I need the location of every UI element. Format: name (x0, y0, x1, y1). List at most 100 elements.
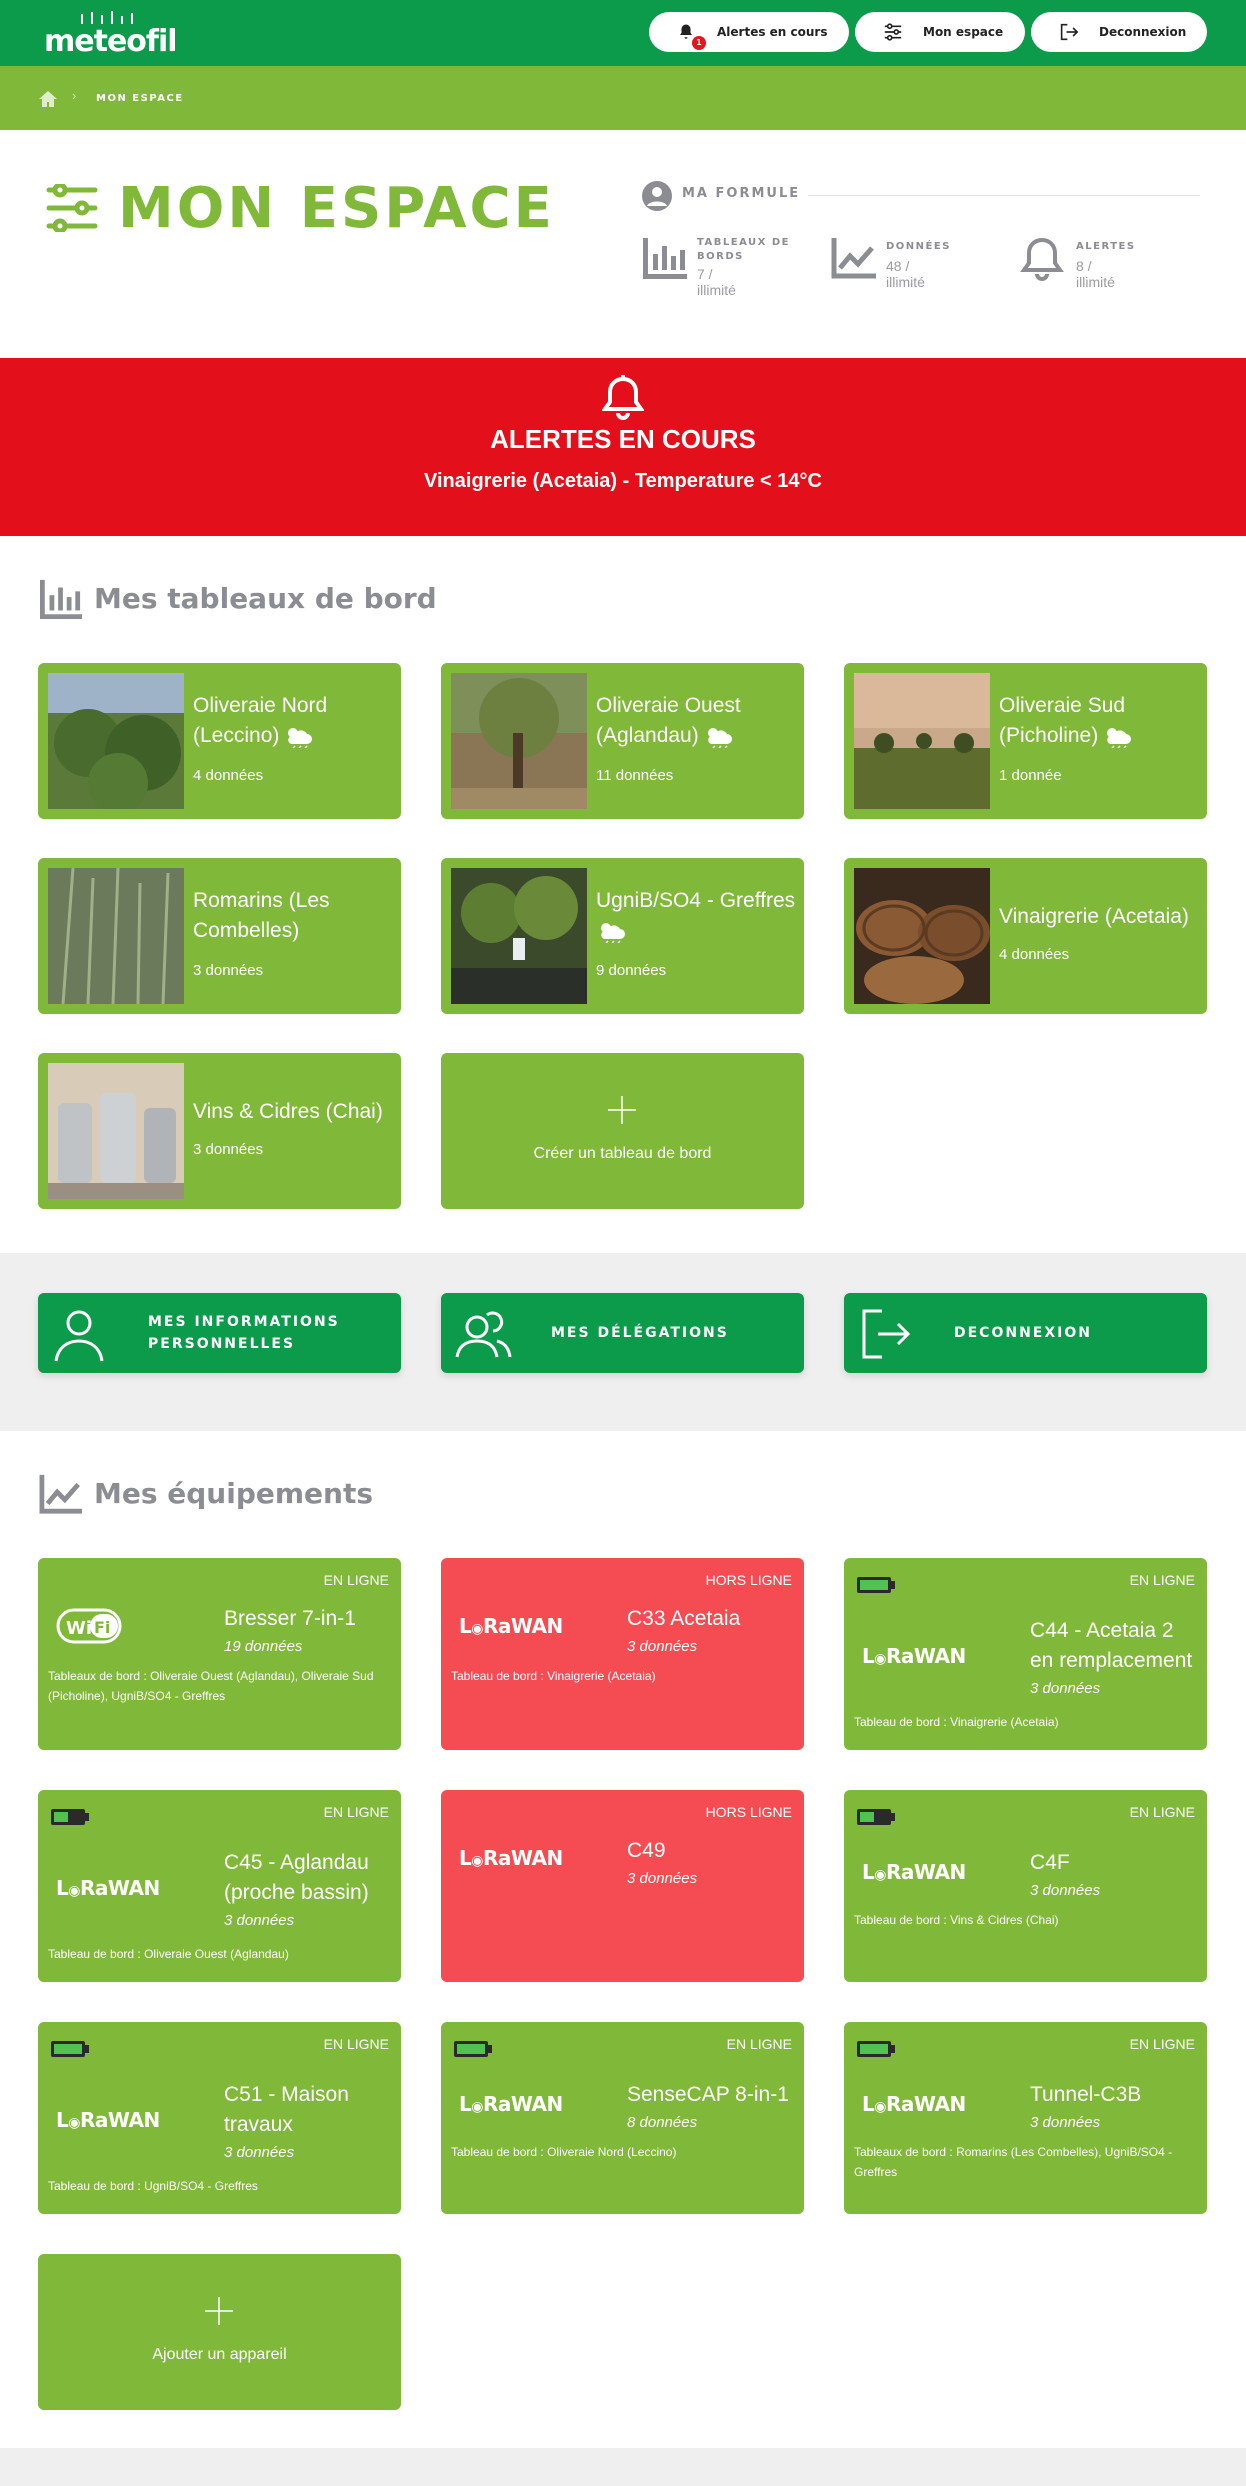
device-name: C33 Acetaia (627, 1607, 741, 1630)
device-card[interactable]: EN LIGNE L◉RaWAN SenseCAP 8-in-1 8 donné… (441, 2022, 804, 2214)
device-data-count: 3 données (224, 1912, 295, 1929)
bell-icon (1020, 237, 1064, 281)
device-status: HORS LIGNE (705, 1804, 792, 1820)
delegations-button[interactable]: MES DÉLÉGATIONS (441, 1293, 804, 1373)
dashboard-count: 1 donnée (999, 767, 1062, 784)
logo[interactable]: meteofil (44, 10, 178, 59)
lorawan-logo-icon: L◉RaWAN (459, 1614, 563, 1638)
device-data-count: 3 données (1030, 1882, 1101, 1899)
device-status: EN LIGNE (323, 1804, 389, 1820)
top-bar: meteofil 1 Alertes en cours Mon espace D… (0, 0, 1246, 66)
dashboard-card[interactable]: UgniB/SO4 - Greffres 9 données (441, 858, 804, 1014)
line-chart-icon (39, 1474, 82, 1514)
dashboard-card[interactable]: Oliveraie Sud (Picholine) 1 donnée (844, 663, 1207, 819)
account-links: MES INFORMATIONS PERSONNELLES MES DÉLÉGA… (0, 1253, 1246, 1431)
lorawan-logo-icon: L◉RaWAN (862, 2092, 966, 2116)
dashboard-count: 9 données (596, 962, 667, 979)
logout-icon (1060, 23, 1079, 41)
device-card[interactable]: HORS LIGNE L◉RaWAN C33 Acetaia 3 données… (441, 1558, 804, 1750)
weather-cloud-sun-icon (1107, 728, 1132, 749)
lorawan-logo-icon: L◉RaWAN (56, 1876, 160, 1900)
lorawan-logo-icon: L◉RaWAN (459, 1846, 563, 1870)
weather-cloud-sun-icon (288, 728, 313, 749)
bell-icon (602, 375, 644, 420)
account-logout-button[interactable]: DECONNEXION (844, 1293, 1207, 1373)
device-dashboards: Tableau de bord : UgniB/SO4 - Greffres (48, 2179, 258, 2193)
dashboard-thumbnail (48, 673, 184, 809)
lorawan-logo-icon: L◉RaWAN (459, 2092, 563, 2116)
dashboard-name: Vins & Cidres (Chai) (193, 1100, 383, 1123)
personal-info-button[interactable]: MES INFORMATIONS PERSONNELLES (38, 1293, 401, 1373)
page-title: MON ESPACE (118, 176, 555, 241)
dashboard-card[interactable]: Vins & Cidres (Chai) 3 données (38, 1053, 401, 1209)
dashboard-count: 4 données (193, 767, 264, 784)
battery-icon (51, 2041, 89, 2057)
divider (808, 195, 1200, 196)
stat-label: ALERTES (1076, 241, 1136, 252)
plus-icon (205, 2297, 233, 2325)
sliders-icon (46, 184, 98, 232)
dashboard-name: Oliveraie Sud (Picholine) (999, 691, 1199, 751)
dashboard-card[interactable]: Romarins (Les Combelles) 3 données (38, 858, 401, 1014)
logo-text: meteofil (44, 24, 178, 59)
dashboard-count: 3 données (193, 1141, 264, 1158)
breadcrumb: › MON ESPACE (0, 66, 1246, 130)
dashboard-count: 4 données (999, 946, 1070, 963)
bar-chart-icon (643, 238, 687, 279)
home-icon[interactable] (38, 90, 58, 108)
device-data-count: 3 données (627, 1638, 698, 1655)
device-status: EN LIGNE (1129, 1572, 1195, 1588)
device-card[interactable]: EN LIGNE L◉RaWAN C44 - Acetaia 2 en remp… (844, 1558, 1207, 1750)
dashboard-name: Oliveraie Nord (Leccino) (193, 694, 328, 749)
device-name: SenseCAP 8-in-1 (627, 2083, 789, 2106)
alerts-button[interactable]: 1 Alertes en cours (649, 12, 849, 52)
device-dashboards: Tableau de bord : Vins & Cidres (Chai) (854, 1913, 1059, 1927)
device-data-count: 8 données (627, 2114, 698, 2131)
breadcrumb-separator: › (72, 88, 77, 103)
create-dashboard-label: Créer un tableau de bord (533, 1145, 712, 1162)
logout-icon (862, 1309, 911, 1359)
svg-text:Fi: Fi (94, 1618, 110, 1637)
dashboards-section-title: Mes tableaux de bord (94, 582, 437, 615)
stat-value: 7 / illimité (697, 266, 736, 298)
dashboard-name: Oliveraie Ouest (Aglandau) (596, 694, 741, 749)
dashboard-card[interactable]: Vinaigrerie (Acetaia) 4 données (844, 858, 1207, 1014)
device-card[interactable]: EN LIGNE L◉RaWAN Tunnel-C3B 3 données Ta… (844, 2022, 1207, 2214)
device-dashboards: Tableau de bord : Vinaigrerie (Acetaia) (451, 1669, 656, 1683)
delegations-label: MES DÉLÉGATIONS (551, 1325, 729, 1341)
device-card[interactable]: EN LIGNE L◉RaWAN C51 - Maison travaux 3 … (38, 2022, 401, 2214)
create-dashboard-button[interactable]: Créer un tableau de bord (441, 1053, 804, 1209)
dashboard-card[interactable]: Oliveraie Ouest (Aglandau) 11 données (441, 663, 804, 819)
device-card[interactable]: EN LIGNE L◉RaWAN C45 - Aglandau (proche … (38, 1790, 401, 1982)
device-card[interactable]: EN LIGNE Wi Fi Bresser 7-in-1 19 données … (38, 1558, 401, 1750)
my-space-button[interactable]: Mon espace (855, 12, 1025, 52)
logout-button-label: Deconnexion (1099, 25, 1187, 39)
lorawan-logo-icon: L◉RaWAN (862, 1644, 966, 1668)
alerts-count-badge: 1 (692, 36, 706, 50)
logout-button[interactable]: Deconnexion (1031, 12, 1207, 52)
alert-message[interactable]: Vinaigrerie (Acetaia) - Temperature < 14… (0, 470, 1246, 493)
device-name: C51 - Maison travaux (224, 2083, 349, 2136)
stat-label: DONNÉES (886, 241, 951, 252)
device-status: EN LIGNE (1129, 2036, 1195, 2052)
line-chart-icon (831, 238, 876, 279)
device-data-count: 19 données (224, 1638, 303, 1655)
dashboard-count: 3 données (193, 962, 264, 979)
lorawan-logo-icon: L◉RaWAN (862, 1860, 966, 1884)
dashboard-card[interactable]: Oliveraie Nord (Leccino) 4 données (38, 663, 401, 819)
alerts-title: ALERTES EN COURS (490, 424, 756, 454)
formule-label: MA FORMULE (682, 186, 801, 201)
device-card[interactable]: EN LIGNE L◉RaWAN C4F 3 données Tableau d… (844, 1790, 1207, 1982)
dashboard-name: UgniB/SO4 - Greffres (596, 886, 796, 946)
dashboard-thumbnail (451, 673, 587, 809)
wifi-logo-icon: Wi Fi (56, 1606, 128, 1651)
device-card[interactable]: HORS LIGNE L◉RaWAN C49 3 données (441, 1790, 804, 1982)
devices-section-title: Mes équipements (94, 1477, 374, 1510)
add-device-button[interactable]: Ajouter un appareil (38, 2254, 401, 2410)
personal-info-label: MES INFORMATIONS PERSONNELLES (148, 1314, 340, 1352)
battery-icon (454, 2041, 492, 2057)
device-data-count: 3 données (1030, 1680, 1101, 1697)
current-alerts-banner[interactable]: ALERTES EN COURS Vinaigrerie (Acetaia) -… (0, 358, 1246, 536)
device-data-count: 3 données (224, 2144, 295, 2161)
dashboard-thumbnail (854, 868, 990, 1004)
